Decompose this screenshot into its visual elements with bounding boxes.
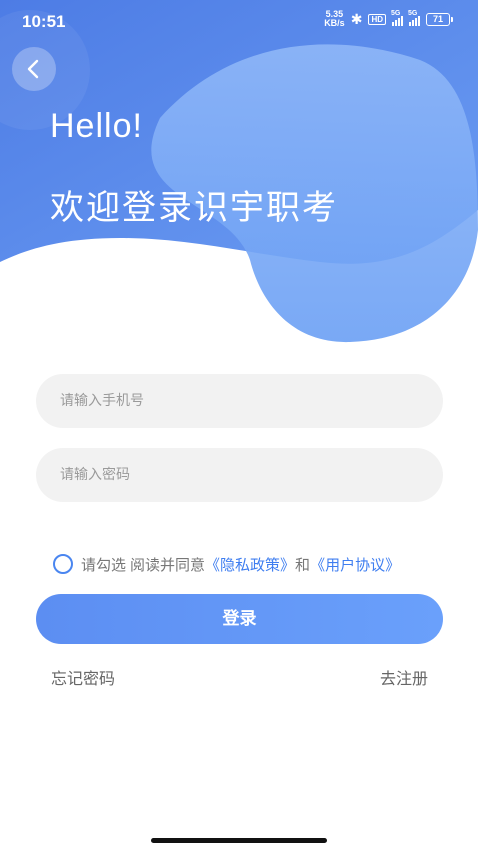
back-button[interactable] (12, 47, 56, 91)
bluetooth-icon: ✱ (350, 10, 363, 27)
status-icons: 5.35 KB/s ✱ HD 5G 5G 71 (324, 10, 453, 28)
greeting-title: Hello! (50, 107, 143, 145)
chevron-left-icon (27, 59, 39, 79)
welcome-title: 欢迎登录识宇职考 (50, 188, 338, 228)
login-button[interactable]: 登录 (36, 594, 443, 644)
network-speed: 5.35 KB/s (324, 10, 345, 28)
agreement-checkbox[interactable] (53, 554, 73, 574)
agreement-row: 请勾选 阅读并同意 《隐私政策》 和 《用户协议》 (53, 551, 400, 577)
status-bar: 10:51 5.35 KB/s ✱ HD 5G 5G 71 (0, 0, 478, 44)
signal-label-2: 5G (408, 10, 418, 17)
register-link[interactable]: 去注册 (380, 665, 428, 689)
hero-background (0, 0, 478, 350)
phone-input[interactable] (36, 374, 443, 428)
agreement-read-text: 阅读并同意 (130, 555, 206, 574)
home-indicator[interactable] (151, 838, 327, 843)
user-agreement-link[interactable]: 《用户协议》 (310, 554, 400, 575)
agreement-and-text: 和 (295, 555, 311, 574)
privacy-policy-link[interactable]: 《隐私政策》 (205, 554, 295, 575)
battery-icon: 71 (426, 12, 453, 26)
agreement-prefix: 请勾选 (81, 555, 127, 574)
network-speed-unit: KB/s (324, 18, 345, 28)
forgot-password-link[interactable]: 忘记密码 (51, 665, 115, 689)
password-input[interactable] (36, 448, 443, 502)
status-time: 10:51 (22, 12, 66, 31)
signal-icon-2: 5G (408, 10, 420, 26)
signal-label: 5G (391, 10, 401, 17)
signal-icon: 5G (391, 10, 403, 26)
hd-badge: HD (368, 13, 386, 25)
